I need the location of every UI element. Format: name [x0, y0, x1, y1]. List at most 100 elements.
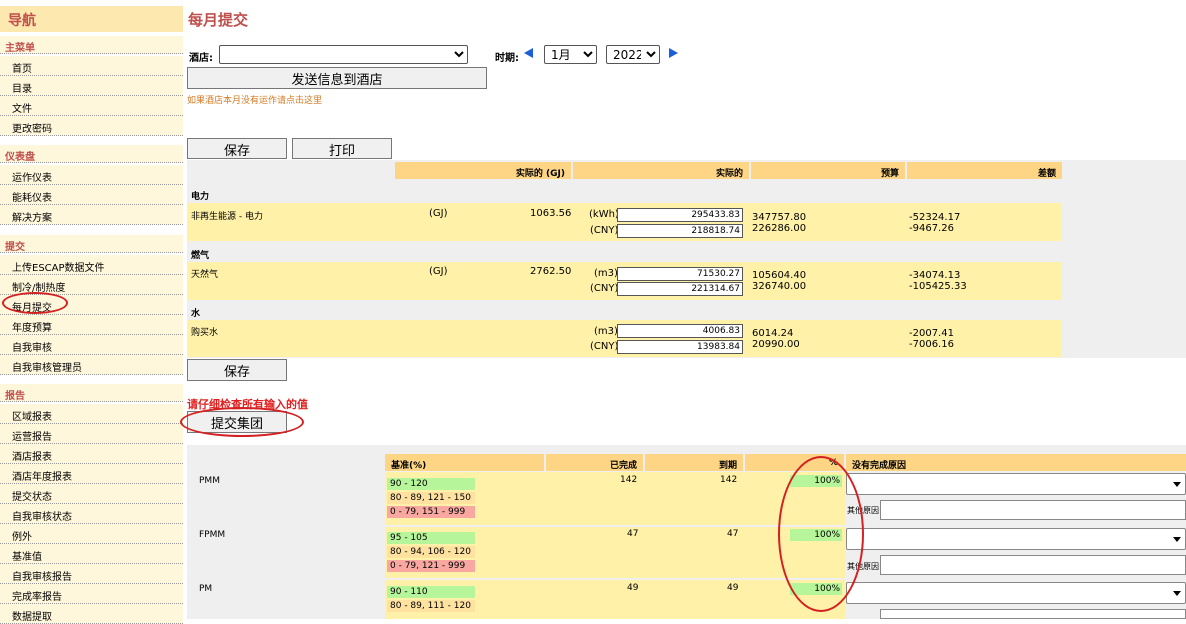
no-operation-link[interactable]: 如果酒店本月没有运作请点击这里 — [187, 93, 322, 106]
electricity-kwh-input[interactable]: 295433.83 — [617, 208, 743, 222]
range-green: 95 - 105 — [387, 532, 475, 544]
diff-1: -52324.17 — [909, 212, 961, 223]
row-name: FPMM — [199, 530, 226, 540]
diff-2: -7006.16 — [909, 339, 954, 350]
completed-value: 142 — [620, 475, 638, 485]
range-orange: 80 - 94, 106 - 120 — [387, 546, 475, 558]
sidebar-item-solutions[interactable]: 解决方案 — [0, 205, 183, 225]
range-green: 90 - 110 — [387, 586, 475, 598]
sidebar-item-exceptions[interactable]: 例外 — [0, 524, 183, 544]
unit-1: (m3) — [594, 268, 618, 279]
gj-unit: (GJ) — [429, 208, 448, 219]
sidebar-item-submission-status[interactable]: 提交状态 — [0, 484, 183, 504]
category-gas: 燃气 — [191, 251, 210, 261]
unit-1: (kWh) — [589, 209, 619, 220]
reason-select[interactable] — [846, 582, 1186, 604]
sidebar-item-operations-report[interactable]: 运营报告 — [0, 424, 183, 444]
unit-2: (CNY) — [590, 283, 619, 294]
gas-m3-input[interactable]: 71530.27 — [617, 267, 743, 281]
nav-title: 导航 — [0, 6, 183, 32]
print-button[interactable]: 打印 — [292, 138, 392, 159]
budget-2: 20990.00 — [752, 339, 800, 350]
sidebar-item-regional-report[interactable]: 区域报表 — [0, 404, 183, 424]
sidebar-item-self-audit-status[interactable]: 自我审核状态 — [0, 504, 183, 524]
range-green: 90 - 120 — [387, 478, 475, 490]
header-reason: 没有完成原因 — [846, 454, 1186, 471]
row-name: 购买水 — [191, 328, 219, 338]
nav-section-dashboard: 仪表盘 — [0, 145, 183, 163]
sidebar-item-change-password[interactable]: 更改密码 — [0, 116, 183, 136]
other-reason-input[interactable] — [880, 609, 1186, 619]
unit-2: (CNY) — [590, 225, 619, 236]
nav-section-main: 主菜单 — [0, 36, 183, 54]
category-water: 水 — [191, 309, 201, 319]
row-name: PMM — [199, 476, 220, 486]
row-name: 非再生能源 - 电力 — [191, 212, 263, 222]
electricity-cny-input[interactable]: 218818.74 — [617, 224, 743, 238]
diff-2: -9467.26 — [909, 223, 954, 234]
sidebar-item-files[interactable]: 文件 — [0, 96, 183, 116]
save-button-bottom[interactable]: 保存 — [187, 359, 287, 381]
water-cny-input[interactable]: 13983.84 — [617, 340, 743, 354]
annotation-circle — [2, 292, 68, 314]
save-button[interactable]: 保存 — [187, 138, 287, 159]
year-select[interactable]: 2022 — [606, 45, 660, 64]
period-label: 时期: — [495, 53, 519, 64]
sidebar-item-self-audit-admin[interactable]: 自我审核管理员 — [0, 355, 183, 375]
header-due: 到期 — [645, 454, 743, 471]
next-month-arrow-icon[interactable] — [669, 48, 678, 58]
due-value: 142 — [720, 475, 738, 485]
sidebar-item-upload-escap[interactable]: 上传ESCAP数据文件 — [0, 255, 183, 275]
hotel-select[interactable] — [219, 45, 468, 64]
send-to-hotel-button[interactable]: 发送信息到酒店 — [187, 67, 487, 89]
gas-cny-input[interactable]: 221314.67 — [617, 282, 743, 296]
gj-value: 1063.56 — [530, 208, 572, 219]
range-orange: 80 - 89, 111 - 120 — [387, 600, 475, 612]
sidebar-item-benchmarks[interactable]: 基准值 — [0, 544, 183, 564]
chevron-down-icon — [1173, 537, 1181, 542]
due-value: 49 — [727, 583, 739, 593]
sidebar-item-catalog[interactable]: 目录 — [0, 76, 183, 96]
diff-2: -105425.33 — [909, 281, 967, 292]
reason-select[interactable] — [846, 473, 1186, 495]
sidebar-item-self-audit-report[interactable]: 自我审核报告 — [0, 564, 183, 584]
row-name: 天然气 — [191, 270, 219, 280]
chevron-down-icon — [1173, 591, 1181, 596]
completed-value: 47 — [627, 529, 639, 539]
reason-select[interactable] — [846, 528, 1186, 550]
gj-value: 2762.50 — [530, 266, 572, 277]
header-actual: 实际的 — [573, 162, 749, 179]
budget-2: 226286.00 — [752, 223, 807, 234]
other-reason-input[interactable] — [880, 555, 1186, 575]
other-reason-input[interactable] — [880, 500, 1186, 520]
diff-1: -34074.13 — [909, 270, 961, 281]
sidebar-item-annual-budget[interactable]: 年度预算 — [0, 315, 183, 335]
unit-2: (CNY) — [590, 341, 619, 352]
sidebar-item-hotel-annual-report[interactable]: 酒店年度报表 — [0, 464, 183, 484]
prev-month-arrow-icon[interactable] — [524, 48, 533, 58]
budget-1: 105604.40 — [752, 270, 807, 281]
annotation-circle — [778, 456, 864, 612]
budget-1: 6014.24 — [752, 328, 794, 339]
water-m3-input[interactable]: 4006.83 — [617, 324, 743, 338]
sidebar-item-hotel-report[interactable]: 酒店报表 — [0, 444, 183, 464]
header-benchmark: 基准(%) — [385, 454, 544, 471]
sidebar-nav: 导航 主菜单 首页 目录 文件 更改密码 仪表盘 运作仪表 能耗仪表 解决方案 … — [0, 0, 183, 624]
month-select[interactable]: 1月 — [544, 45, 597, 64]
sidebar-item-completion-report[interactable]: 完成率报告 — [0, 584, 183, 604]
completed-value: 49 — [627, 583, 639, 593]
sidebar-item-data-extract[interactable]: 数据提取 — [0, 604, 183, 624]
header-budget: 预算 — [751, 162, 905, 179]
sidebar-item-self-audit[interactable]: 自我审核 — [0, 335, 183, 355]
sidebar-item-home[interactable]: 首页 — [0, 56, 183, 76]
chevron-down-icon — [1173, 482, 1181, 487]
sidebar-item-energy-dashboard[interactable]: 能耗仪表 — [0, 185, 183, 205]
header-actual-gj: 实际的 (GJ) — [395, 162, 571, 179]
header-diff: 差额 — [907, 162, 1062, 179]
budget-1: 347757.80 — [752, 212, 807, 223]
annotation-circle — [180, 407, 304, 437]
header-completed: 已完成 — [546, 454, 643, 471]
diff-1: -2007.41 — [909, 328, 954, 339]
range-orange: 80 - 89, 121 - 150 — [387, 492, 475, 504]
sidebar-item-operations-dashboard[interactable]: 运作仪表 — [0, 165, 183, 185]
